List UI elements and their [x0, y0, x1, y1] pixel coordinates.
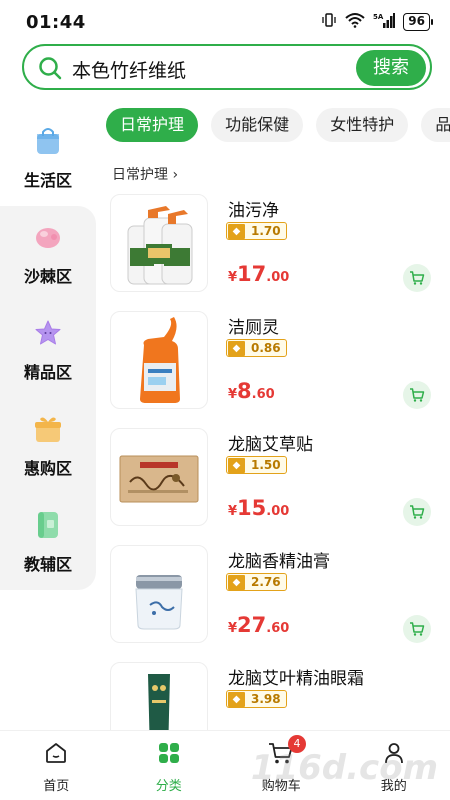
- cart-icon: [410, 622, 425, 636]
- sidebar-item-label: 惠购区: [23, 459, 72, 478]
- fruit-icon: [32, 221, 64, 253]
- points-tag: ◆ 3.98: [226, 690, 287, 708]
- coin-icon: ◆: [228, 340, 245, 356]
- nav-category[interactable]: 分类: [113, 731, 226, 800]
- price-decimal: .60: [266, 621, 290, 636]
- search-icon: [38, 56, 62, 84]
- price-currency: ¥: [228, 387, 238, 402]
- search-button[interactable]: 搜索: [356, 50, 426, 86]
- product-name: 洁厕灵: [228, 318, 279, 338]
- cart-icon: [410, 388, 425, 402]
- list-item[interactable]: 洁厕灵 ◆ 0.86 ¥8.60: [108, 309, 450, 426]
- sidebar-item-deals[interactable]: 惠购区: [0, 398, 96, 494]
- cart-icon: [410, 505, 425, 519]
- book-icon: [32, 509, 64, 541]
- search-bar[interactable]: 本色竹纤维纸 搜索: [22, 44, 432, 90]
- points-tag: ◆ 1.50: [226, 456, 287, 474]
- battery-indicator: 96: [403, 12, 433, 31]
- sidebar: 生活区 沙棘区 精品区 惠购区 教辅区: [0, 110, 96, 590]
- add-to-cart-button[interactable]: [403, 498, 431, 526]
- network-label: 5A: [373, 13, 384, 21]
- search-input[interactable]: 本色竹纤维纸: [72, 56, 186, 83]
- list-item[interactable]: 龙脑艾草贴 ◆ 1.50 ¥15.00: [108, 426, 450, 543]
- nav-label: 首页: [43, 779, 70, 794]
- sidebar-item-life[interactable]: 生活区: [0, 110, 96, 206]
- product-name: 龙脑香精油膏: [228, 552, 330, 572]
- product-price: ¥17.00: [228, 262, 289, 286]
- add-to-cart-button[interactable]: [403, 264, 431, 292]
- product-list: 油污净 ◆ 1.70 ¥17.00 洁厕灵 ◆ 0.86 ¥8.60 龙脑艾草贴…: [108, 192, 450, 777]
- coin-icon: ◆: [228, 223, 245, 239]
- nav-home[interactable]: 首页: [0, 731, 113, 800]
- gift-icon: [32, 413, 64, 445]
- points-value: 2.76: [251, 575, 281, 589]
- sidebar-item-premium[interactable]: 精品区: [0, 302, 96, 398]
- breadcrumb[interactable]: 日常护理 ›: [112, 164, 178, 184]
- category-tabs: 日常护理 功能保健 女性特护 品: [106, 108, 450, 144]
- wifi-icon: [345, 12, 365, 31]
- bag-icon: [32, 125, 64, 157]
- list-item[interactable]: 龙脑香精油膏 ◆ 2.76 ¥27.60: [108, 543, 450, 660]
- points-value: 0.86: [251, 341, 281, 355]
- price-decimal: .00: [266, 504, 290, 519]
- sidebar-item-education[interactable]: 教辅区: [0, 494, 96, 590]
- tab-daily-care[interactable]: 日常护理: [106, 108, 199, 142]
- product-image: [110, 194, 208, 292]
- category-grid-icon: [157, 741, 181, 769]
- price-integer: 8: [237, 379, 252, 403]
- product-image: [110, 311, 208, 409]
- list-item[interactable]: 油污净 ◆ 1.70 ¥17.00: [108, 192, 450, 309]
- price-currency: ¥: [228, 621, 238, 636]
- price-currency: ¥: [228, 270, 238, 285]
- price-currency: ¥: [228, 504, 238, 519]
- product-price: ¥15.00: [228, 496, 289, 520]
- star-icon: [32, 317, 64, 349]
- coin-icon: ◆: [228, 457, 245, 473]
- price-integer: 17: [237, 262, 267, 286]
- product-image: [110, 428, 208, 526]
- cart-icon: [410, 271, 425, 285]
- sidebar-item-label: 精品区: [23, 363, 72, 382]
- sidebar-item-label: 生活区: [23, 171, 72, 190]
- product-price: ¥8.60: [228, 379, 275, 403]
- price-integer: 15: [237, 496, 267, 520]
- home-icon: [44, 741, 68, 769]
- add-to-cart-button[interactable]: [403, 615, 431, 643]
- points-tag: ◆ 1.70: [226, 222, 287, 240]
- product-name: 油污净: [228, 201, 279, 221]
- watermark: 116d.com: [250, 748, 438, 788]
- status-time: 01:44: [26, 12, 86, 33]
- signal-icon: 5A: [373, 12, 396, 31]
- tab-women-care[interactable]: 女性特护: [316, 108, 409, 142]
- nav-label: 分类: [155, 779, 182, 794]
- sidebar-item-label: 教辅区: [23, 555, 72, 574]
- product-name: 龙脑艾草贴: [228, 435, 313, 455]
- tab-health[interactable]: 功能保健: [211, 108, 304, 142]
- coin-icon: ◆: [228, 574, 245, 590]
- product-image: [110, 545, 208, 643]
- points-tag: ◆ 0.86: [226, 339, 287, 357]
- vibrate-icon: [321, 12, 337, 31]
- points-tag: ◆ 2.76: [226, 573, 287, 591]
- tab-more[interactable]: 品: [421, 108, 450, 142]
- product-price: ¥27.60: [228, 613, 289, 637]
- coin-icon: ◆: [228, 691, 245, 707]
- sidebar-item-seabuckthorn[interactable]: 沙棘区: [0, 206, 96, 302]
- add-to-cart-button[interactable]: [403, 381, 431, 409]
- sidebar-item-label: 沙棘区: [23, 267, 72, 286]
- points-value: 1.70: [251, 224, 281, 238]
- price-decimal: .60: [251, 387, 275, 402]
- points-value: 3.98: [251, 692, 281, 706]
- price-decimal: .00: [266, 270, 290, 285]
- status-bar: 01:44 5A 96: [0, 0, 450, 42]
- price-integer: 27: [237, 613, 267, 637]
- status-icons: 5A 96: [321, 12, 433, 31]
- points-value: 1.50: [251, 458, 281, 472]
- product-name: 龙脑艾叶精油眼霜: [228, 669, 364, 689]
